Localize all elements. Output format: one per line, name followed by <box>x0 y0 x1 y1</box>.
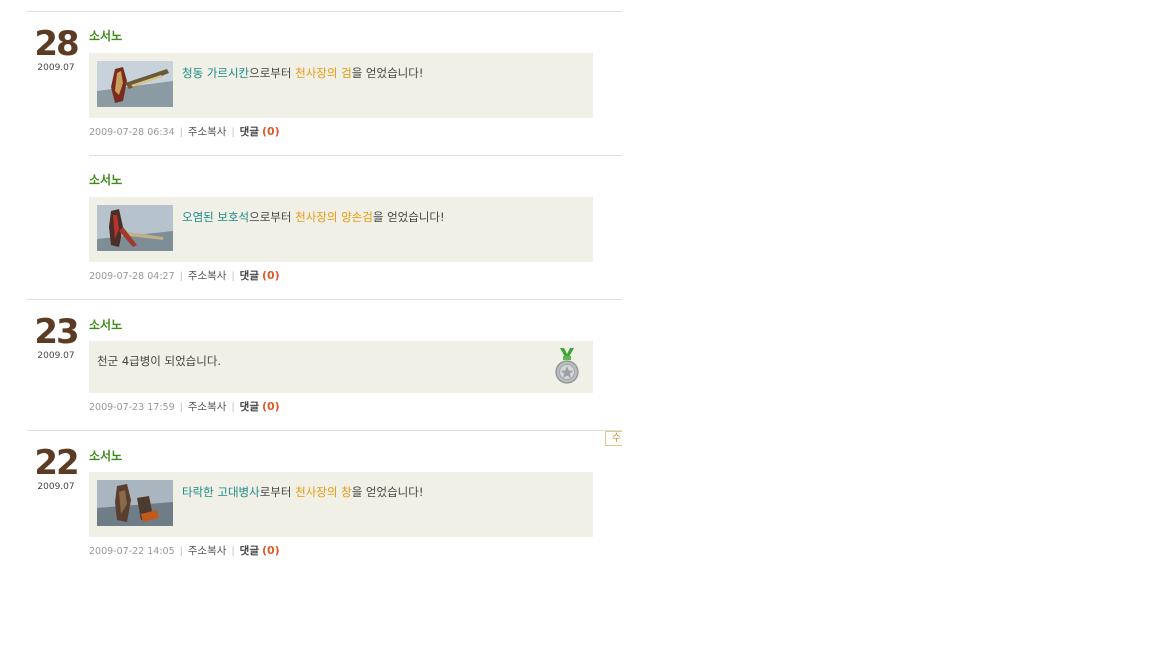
comment-link[interactable]: 댓글 <box>240 270 259 282</box>
post-divider <box>89 155 622 156</box>
comment-link[interactable]: 댓글 <box>240 401 259 413</box>
message-text: 을 얻었습니다! <box>351 485 424 499</box>
source-name[interactable]: 청동 가르시칸 <box>182 66 249 80</box>
date-block: 23 2009.07 <box>27 314 85 362</box>
post-meta: 2009-07-23 17:59 | 주소복사 | 댓글 (0) <box>89 400 280 414</box>
post-content-box: 천군 4급병이 되었습니다. <box>89 341 593 393</box>
comment-count[interactable]: (0) <box>262 544 280 557</box>
item-thumbnail[interactable] <box>97 205 173 251</box>
warrior-image-icon <box>97 480 173 526</box>
item-thumbnail[interactable] <box>97 480 173 526</box>
date-block: 22 2009.07 <box>27 445 85 493</box>
rank-medal-icon <box>555 348 579 384</box>
comment-link[interactable]: 댓글 <box>240 126 259 138</box>
item-name[interactable]: 천사장의 양손검 <box>295 210 373 224</box>
post-message: 오염된 보호석으로부터 천사장의 양손검을 얻었습니다! <box>182 210 445 224</box>
warrior-image-icon <box>97 205 173 251</box>
entry-divider <box>27 430 622 431</box>
date-block: 28 2009.07 <box>27 26 85 74</box>
entry-divider <box>27 299 622 300</box>
year-month: 2009.07 <box>37 482 75 492</box>
post-message: 타락한 고대병사로부터 천사장의 창을 얻었습니다! <box>182 485 423 499</box>
comment-count[interactable]: (0) <box>262 269 280 282</box>
copy-address-link[interactable]: 주소복사 <box>188 126 227 138</box>
copy-address-link[interactable]: 주소복사 <box>188 270 227 282</box>
post-content-box: 타락한 고대병사로부터 천사장의 창을 얻었습니다! <box>89 472 593 537</box>
edit-tab-button[interactable]: 수 <box>605 431 622 446</box>
copy-address-link[interactable]: 주소복사 <box>188 545 227 557</box>
author-link[interactable]: 소서노 <box>89 449 122 463</box>
post-meta: 2009-07-28 04:27 | 주소복사 | 댓글 (0) <box>89 269 280 283</box>
message-text: 을 얻었습니다! <box>372 210 445 224</box>
post-content-box: 청동 가르시칸으로부터 천사장의 검을 얻었습니다! <box>89 53 593 118</box>
post-message: 청동 가르시칸으로부터 천사장의 검을 얻었습니다! <box>182 66 423 80</box>
post-timestamp: 2009-07-28 04:27 <box>89 271 175 282</box>
post-timestamp: 2009-07-22 14:05 <box>89 546 175 557</box>
comment-count[interactable]: (0) <box>262 125 280 138</box>
item-name[interactable]: 천사장의 창 <box>295 485 352 499</box>
source-name[interactable]: 타락한 고대병사 <box>182 485 260 499</box>
message-text: 으로부터 <box>249 210 296 224</box>
comment-count[interactable]: (0) <box>262 400 280 413</box>
post-timestamp: 2009-07-28 06:34 <box>89 127 175 138</box>
item-name[interactable]: 천사장의 검 <box>295 66 352 80</box>
post-content-box: 오염된 보호석으로부터 천사장의 양손검을 얻었습니다! <box>89 197 593 262</box>
post-message: 천군 4급병이 되었습니다. <box>97 354 222 368</box>
post-meta: 2009-07-28 06:34 | 주소복사 | 댓글 (0) <box>89 125 280 139</box>
item-thumbnail[interactable] <box>97 61 173 107</box>
message-text: 으로부터 <box>249 66 296 80</box>
author-link[interactable]: 소서노 <box>89 318 122 332</box>
author-link[interactable]: 소서노 <box>89 173 122 187</box>
year-month: 2009.07 <box>37 63 75 73</box>
day-number: 28 <box>34 24 79 64</box>
day-number: 22 <box>34 443 79 483</box>
copy-address-link[interactable]: 주소복사 <box>188 401 227 413</box>
warrior-image-icon <box>97 61 173 107</box>
author-link[interactable]: 소서노 <box>89 29 122 43</box>
message-text: 을 얻었습니다! <box>351 66 424 80</box>
day-number: 23 <box>34 312 79 352</box>
entry-divider <box>27 11 622 12</box>
post-timestamp: 2009-07-23 17:59 <box>89 402 175 413</box>
comment-link[interactable]: 댓글 <box>240 545 259 557</box>
year-month: 2009.07 <box>37 351 75 361</box>
post-meta: 2009-07-22 14:05 | 주소복사 | 댓글 (0) <box>89 544 280 558</box>
source-name[interactable]: 오염된 보호석 <box>182 210 249 224</box>
message-text: 로부터 <box>259 485 296 499</box>
